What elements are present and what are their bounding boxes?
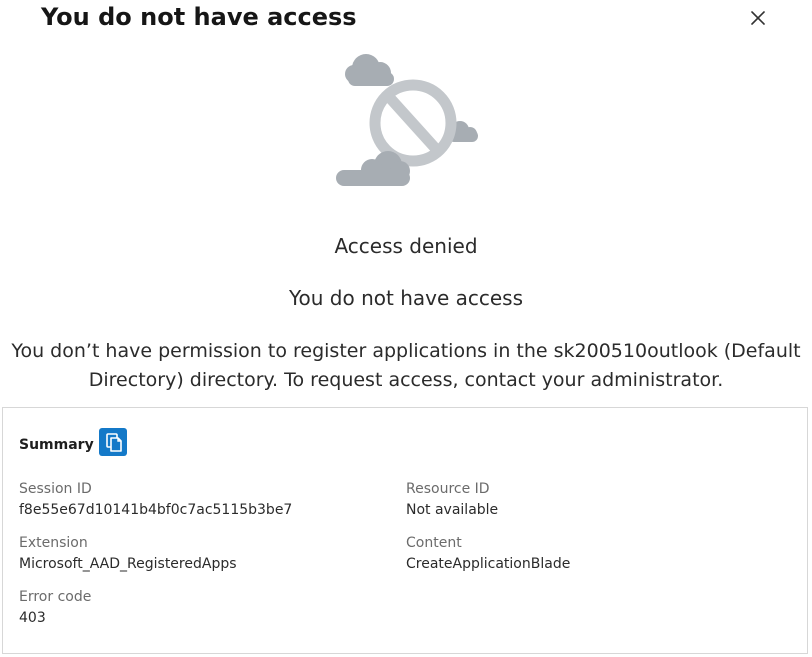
- session-id-value: f8e55e67d10141b4bf0c7ac5115b3be7: [19, 502, 293, 518]
- error-code-field: Error code 403: [19, 587, 91, 628]
- session-id-label: Session ID: [19, 481, 92, 497]
- content-field: Content CreateApplicationBlade: [406, 533, 570, 574]
- copy-icon: [106, 433, 122, 452]
- error-code-label: Error code: [19, 589, 92, 605]
- page-title: You do not have access: [41, 3, 357, 31]
- close-button[interactable]: [746, 6, 770, 30]
- extension-field: Extension Microsoft_AAD_RegisteredApps: [19, 533, 237, 574]
- session-id-field: Session ID f8e55e67d10141b4bf0c7ac5115b3…: [19, 479, 292, 520]
- cloud-top-icon: [345, 54, 394, 86]
- resource-id-label: Resource ID: [406, 481, 490, 497]
- content-value: CreateApplicationBlade: [406, 556, 571, 572]
- access-denied-illustration: [336, 54, 478, 186]
- extension-value: Microsoft_AAD_RegisteredApps: [19, 556, 237, 572]
- resource-id-value: Not available: [406, 502, 499, 518]
- permission-message: You don’t have permission to register ap…: [0, 337, 812, 395]
- permission-message-line-2: Directory) directory. To request access,…: [88, 369, 724, 391]
- access-subheading: You do not have access: [288, 286, 524, 310]
- extension-label: Extension: [19, 535, 88, 551]
- cloud-bottom-icon: [336, 151, 410, 186]
- access-denied-heading: Access denied: [334, 234, 478, 258]
- resource-id-field: Resource ID Not available: [406, 479, 498, 520]
- close-icon: [751, 11, 765, 25]
- permission-message-line-1: You don’t have permission to register ap…: [11, 340, 801, 362]
- error-code-value: 403: [19, 610, 46, 626]
- content-label: Content: [406, 535, 462, 551]
- summary-label: Summary: [19, 437, 94, 453]
- prohibited-icon: [369, 79, 457, 167]
- summary-panel: Summary Session ID f8e55e67d10141b4bf0c7…: [2, 407, 808, 654]
- copy-button[interactable]: [99, 428, 127, 456]
